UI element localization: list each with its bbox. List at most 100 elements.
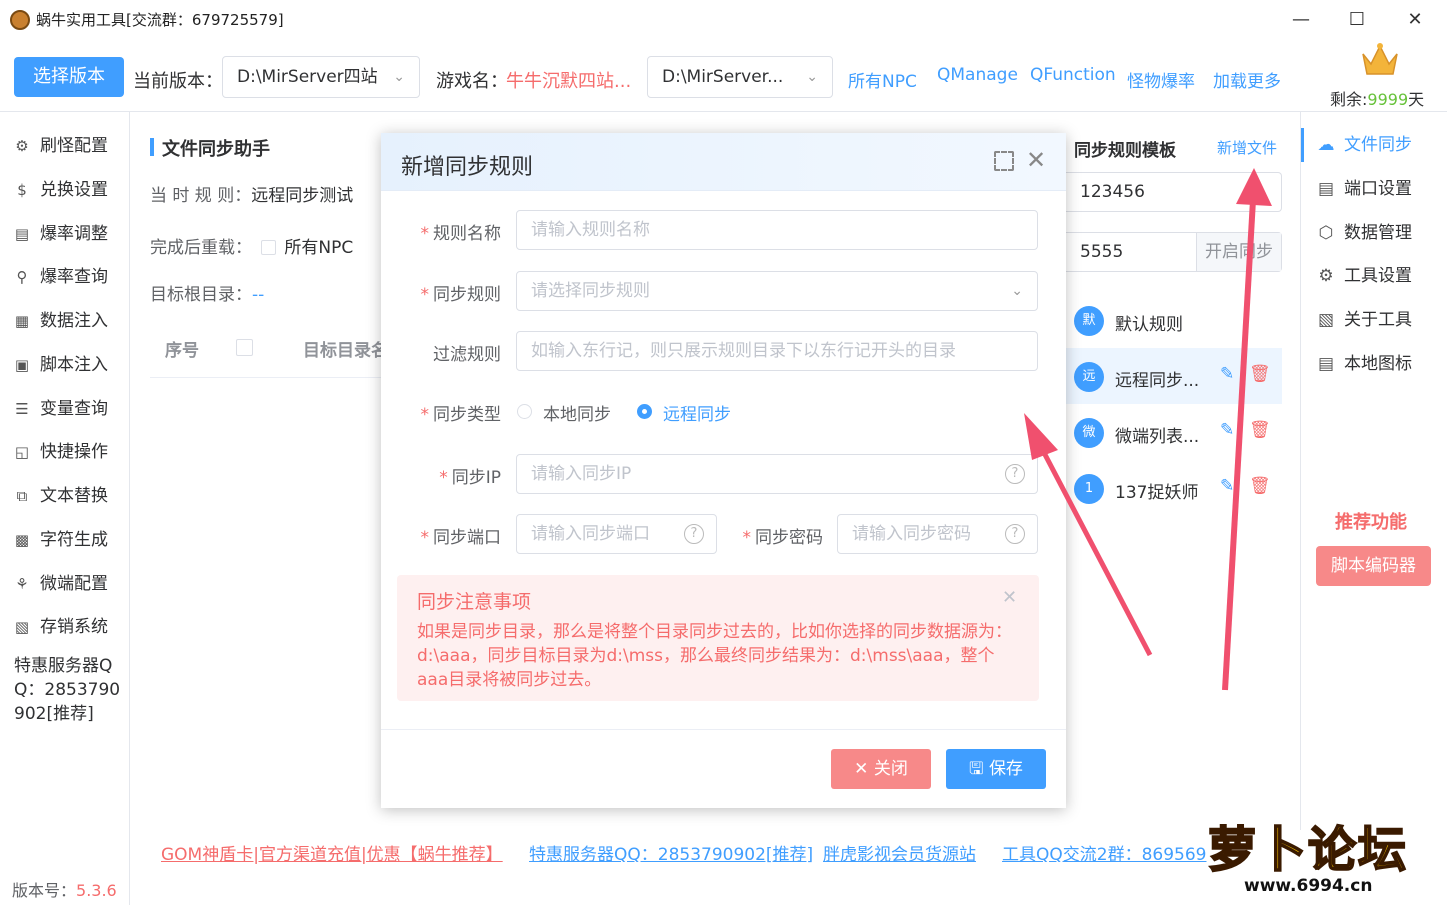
notice-title: 同步注意事项 (417, 591, 532, 613)
path-select[interactable]: D:\MirServer... ⌄ (647, 56, 833, 98)
microscope-icon: ⚘ (15, 575, 29, 593)
cube-icon: ⬡ (1318, 223, 1334, 243)
rsb-item-file-sync[interactable]: ☁ 文件同步 (1316, 130, 1413, 155)
sync-password-input[interactable]: 请输入同步密码? (837, 514, 1038, 554)
version-select-value: D:\MirServer四站 (237, 67, 378, 87)
sidebar-item-text-replace[interactable]: ⧉ 文本替换 (12, 481, 108, 509)
minimize-icon[interactable]: — (1286, 6, 1316, 34)
select-all-checkbox[interactable] (236, 339, 253, 356)
rule-name-input[interactable]: 请输入规则名称 (516, 210, 1038, 250)
dialog-footer-divider (381, 729, 1066, 730)
arrow-line-1 (1037, 443, 1153, 657)
forum-logo-url: www.6994.cn (1244, 876, 1373, 896)
lock-icon: ▩ (14, 531, 30, 549)
sidebar-item-script-inject[interactable]: ▣ 脚本注入 (12, 350, 108, 378)
table-header-target: 目标目录名 (303, 341, 388, 361)
sync-port-input[interactable]: 请输入同步端口? (516, 514, 717, 554)
remote-sync-label: 远程同步 (663, 405, 731, 425)
rule-name-label: * 规则名称 (420, 224, 502, 244)
sidebar-item-storage[interactable]: ▧ 存销系统 (12, 612, 108, 640)
crown-icon (1362, 43, 1398, 75)
sync-rule-label: * 同步规则 (420, 285, 502, 305)
window-title: 蜗牛实用工具[交流群：679725579] (36, 11, 284, 29)
maximize-icon[interactable]: ☐ (1342, 6, 1372, 34)
save-icon: 🖫 (969, 759, 989, 779)
forum-logo-text: 萝卜论坛 (1207, 821, 1409, 879)
sidebar-item-variable[interactable]: ☰ 变量查询 (12, 394, 108, 422)
remote-sync-radio[interactable] (637, 404, 652, 419)
sync-rule-select[interactable]: 请选择同步规则 ⌄ (516, 271, 1038, 311)
gear-icon: ⚙ (1318, 266, 1334, 286)
sidebar-promo[interactable]: 特惠服务器QQ：2853790902[推荐] (14, 654, 122, 726)
monster-icon: ⚙ (15, 137, 29, 155)
clipboard-icon: ▧ (1317, 310, 1335, 330)
recommend-title: 推荐功能 (1335, 512, 1407, 533)
footer-link-qq[interactable]: 工具QQ交流2群：869569 (1002, 840, 1206, 865)
save-button[interactable]: 🖫 保存 (946, 749, 1046, 789)
footer-link-gom[interactable]: GOM神盾卡|官方渠道充值|优惠【蜗牛推荐】 (161, 840, 503, 865)
toolbar: 选择版本 当前版本： D:\MirServer四站 ⌄ 游戏名： 牛牛沉默四站.… (0, 40, 1447, 112)
sidebar-item-monster[interactable]: ⚙ 刷怪配置 (12, 131, 108, 159)
filter-label: 过滤规则 (433, 345, 501, 365)
footer-link-server[interactable]: 特惠服务器QQ：2853790902[推荐] (529, 840, 813, 865)
sidebar-item-exchange[interactable]: $ 兑换设置 (12, 175, 108, 203)
left-sidebar: ⚙ 刷怪配置 $ 兑换设置 ▤ 爆率调整 ⚲ 爆率查询 ▦ 数据注入 ▣ 脚本注入 ☰ 变量查… (0, 112, 130, 905)
sidebar-item-quick-ops[interactable]: ◱ 快捷操作 (12, 437, 108, 465)
link-qmanage[interactable]: QManage (937, 65, 1018, 85)
section-title-bar (150, 138, 154, 156)
script-encoder-button[interactable]: 脚本编码器 (1316, 546, 1431, 586)
rsb-item-data[interactable]: ⬡ 数据管理 (1316, 218, 1412, 243)
arrow-head-1 (1024, 413, 1058, 460)
port-icon: ▤ (1317, 179, 1335, 199)
footer-link-video[interactable]: 胖虎影视会员货源站 (823, 840, 976, 865)
rsb-item-local-icons[interactable]: ▤ 本地图标 (1316, 349, 1412, 374)
sidebar-item-drop-rate[interactable]: ▤ 爆率调整 (12, 219, 108, 247)
add-sync-rule-dialog: 新增同步规则 ✕ * 规则名称 请输入规则名称 * 同步规则 请选择同步规则 ⌄ 过滤… (381, 133, 1066, 808)
filter-input[interactable]: 如输入东行记，则只展示规则目录下以东行记开头的目录 (516, 331, 1038, 371)
archive-icon: ▧ (14, 618, 30, 636)
sidebar-item-data-inject[interactable]: ▦ 数据注入 (12, 306, 108, 334)
forum-logo: 萝卜论坛 www.6994.cn (1207, 808, 1428, 900)
sync-type-label: * 同步类型 (420, 405, 502, 425)
app-logo-icon (10, 10, 30, 30)
table-header-index: 序号 (165, 341, 199, 361)
add-file-link[interactable]: 新增文件 (1217, 137, 1277, 158)
sidebar-item-drop-query[interactable]: ⚲ 爆率查询 (12, 262, 109, 290)
close-button[interactable]: ✕ 关闭 (831, 749, 931, 789)
rsb-item-port[interactable]: ▤ 端口设置 (1316, 174, 1412, 199)
sync-port-label: * 同步端口 (420, 528, 502, 548)
dialog-header: 新增同步规则 ✕ (381, 133, 1066, 191)
sidebar-item-char-gen[interactable]: ▩ 字符生成 (12, 525, 108, 553)
notice-text: 如果是同步目录，那么是将整个目录同步过去的，比如你选择的同步数据源为：d:\aa… (417, 622, 1012, 690)
arrow-line-2 (1222, 199, 1256, 691)
rsb-item-tool-settings[interactable]: ⚙ 工具设置 (1316, 261, 1412, 286)
variable-icon: ☰ (15, 400, 29, 418)
footer-links: GOM神盾卡|官方渠道充值|优惠【蜗牛推荐】 特惠服务器QQ：285379090… (130, 830, 1300, 870)
grid-icon: ▦ (14, 312, 30, 330)
rules-panel-title: 同步规则模板 (1074, 141, 1176, 161)
sync-ip-label: * 同步IP (439, 468, 501, 488)
version-select[interactable]: D:\MirServer四站 ⌄ (222, 56, 420, 98)
sync-ip-input[interactable]: 请输入同步IP? (516, 454, 1038, 494)
rsb-item-about[interactable]: ▧ 关于工具 (1316, 305, 1412, 330)
choose-version-button[interactable]: 选择版本 (14, 57, 124, 97)
local-sync-radio[interactable] (517, 404, 532, 419)
link-load-more[interactable]: 加载更多 (1213, 67, 1281, 92)
sidebar-item-micro-client[interactable]: ⚘ 微端配置 (12, 569, 108, 597)
arrow-head-2 (1236, 168, 1272, 206)
link-monster-drop[interactable]: 怪物爆率 (1127, 67, 1195, 92)
current-rule: 当 时 规 则：远程同步测试 (150, 186, 354, 206)
section-title: 文件同步助手 (162, 139, 270, 160)
link-all-npc[interactable]: 所有NPC (848, 67, 917, 92)
reload-row: 完成后重载： 所有NPC (150, 238, 354, 258)
folder-icon: ◱ (14, 443, 30, 461)
search-icon: ⚲ (16, 268, 28, 286)
game-name-value: 牛牛沉默四站... (506, 71, 632, 92)
current-version-label: 当前版本： (133, 71, 223, 92)
help-icon[interactable]: ? (684, 524, 704, 544)
close-window-icon[interactable]: ✕ (1400, 6, 1430, 34)
reload-checkbox[interactable] (261, 240, 277, 255)
path-select-value: D:\MirServer... (662, 67, 784, 87)
link-qfunction[interactable]: QFunction (1030, 65, 1116, 85)
dollar-icon: $ (17, 181, 27, 199)
